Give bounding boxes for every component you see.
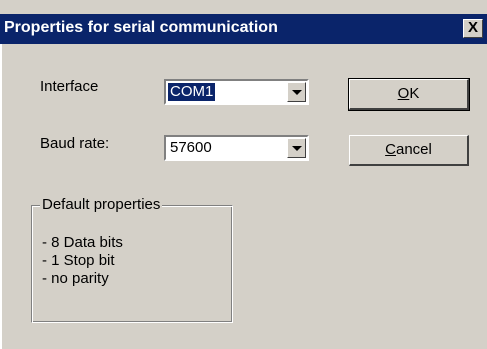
close-icon: X [467,19,478,36]
dialog-title: Properties for serial communication [4,19,278,36]
interface-select[interactable]: COM1 [164,79,309,105]
serial-properties-dialog: Properties for serial communication X In… [0,0,487,349]
ok-label-rest: K [409,85,420,102]
property-item: - 8 Data bits [42,234,123,251]
ok-mnemonic: O [397,85,410,102]
chevron-down-icon[interactable] [287,138,306,158]
cancel-button[interactable]: Cancel [349,135,469,166]
interface-value: COM1 [168,83,216,101]
cancel-label-rest: ancel [395,141,432,158]
property-item: - 1 Stop bit [42,252,115,269]
baud-rate-value: 57600 [170,139,212,156]
close-button[interactable]: X [463,19,483,38]
group-label: Default properties [40,196,163,213]
chevron-down-icon[interactable] [287,82,306,102]
interface-label: Interface [40,78,99,95]
baud-rate-label: Baud rate: [40,135,110,152]
title-bar[interactable]: Properties for serial communication X [0,14,487,44]
window-edge [0,44,2,349]
baud-rate-select[interactable]: 57600 [164,135,309,161]
cancel-mnemonic: C [385,141,396,158]
ok-button[interactable]: OK [348,78,470,111]
default-properties-group: Default properties - 8 Data bits - 1 Sto… [31,196,233,323]
property-item: - no parity [42,270,109,287]
